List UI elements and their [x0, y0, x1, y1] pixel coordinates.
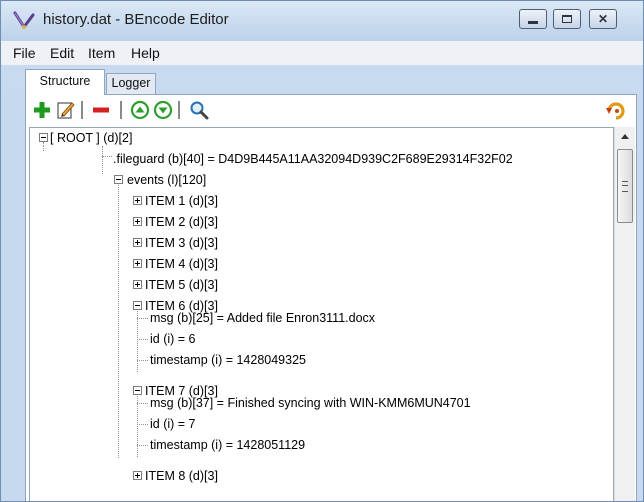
- maximize-button[interactable]: [553, 9, 581, 29]
- tree-connector: [137, 424, 148, 425]
- expand-toggle[interactable]: [133, 196, 142, 205]
- tree-node-msg[interactable]: msg (b)[37] = Finished syncing with WIN-…: [150, 394, 471, 412]
- toolbar: [26, 95, 636, 125]
- expand-toggle[interactable]: [133, 217, 142, 226]
- menu-edit[interactable]: Edit: [50, 45, 74, 61]
- tree-node-item[interactable]: ITEM 2 (d)[3]: [145, 213, 218, 231]
- toolbar-separator: [120, 101, 122, 119]
- tree-connector: [137, 360, 148, 361]
- bencode-app-icon: [13, 11, 35, 29]
- tree-node-events[interactable]: events (l)[120]: [127, 171, 206, 189]
- scroll-up-icon[interactable]: [615, 127, 635, 145]
- collapse-toggle[interactable]: [133, 301, 142, 310]
- title-bar[interactable]: history.dat - BEncode Editor ✕: [1, 1, 643, 41]
- tree-connector: [102, 146, 103, 156]
- tree-connector: [118, 178, 119, 458]
- scroll-grip-icon: [622, 181, 628, 192]
- undo-icon[interactable]: [606, 100, 626, 120]
- tree-connector: [102, 156, 112, 157]
- add-icon[interactable]: [32, 100, 52, 120]
- menu-file[interactable]: File: [13, 45, 36, 61]
- tab-structure[interactable]: Structure: [25, 69, 105, 95]
- app-window: history.dat - BEncode Editor ✕ File Edit…: [0, 0, 644, 502]
- minimize-icon: [528, 21, 538, 24]
- tree-connector: [137, 389, 138, 457]
- tree-node-item[interactable]: ITEM 1 (d)[3]: [145, 192, 218, 210]
- menu-help[interactable]: Help: [131, 45, 160, 61]
- tree-connector: [102, 156, 103, 174]
- tree-node-timestamp[interactable]: timestamp (i) = 1428051129: [150, 436, 305, 454]
- maximize-icon: [562, 15, 572, 23]
- structure-panel: [ ROOT ] (d)[2] .fileguard (b)[40] = D4D…: [25, 94, 637, 501]
- tab-logger[interactable]: Logger: [106, 73, 156, 94]
- minimize-button[interactable]: [519, 9, 547, 29]
- toolbar-separator: [81, 101, 83, 119]
- expand-toggle[interactable]: [133, 259, 142, 268]
- move-up-icon[interactable]: [130, 100, 150, 120]
- tree-connector: [137, 304, 138, 372]
- tree-node-id[interactable]: id (i) = 6: [150, 330, 196, 348]
- close-icon: ✕: [597, 12, 609, 26]
- menu-bar: File Edit Item Help: [1, 41, 643, 65]
- remove-icon[interactable]: [91, 100, 111, 120]
- collapse-toggle[interactable]: [39, 133, 48, 142]
- window-title: history.dat - BEncode Editor: [43, 11, 229, 28]
- tree-node-item[interactable]: ITEM 3 (d)[3]: [145, 234, 218, 252]
- move-down-icon[interactable]: [153, 100, 173, 120]
- edit-icon[interactable]: [56, 100, 76, 120]
- find-icon[interactable]: [189, 100, 209, 120]
- tree-connector: [137, 318, 148, 319]
- tree-node-item[interactable]: ITEM 5 (d)[3]: [145, 276, 218, 294]
- tree-connector: [43, 146, 44, 151]
- tree-connector: [137, 339, 148, 340]
- expand-toggle[interactable]: [133, 280, 142, 289]
- structure-tree[interactable]: [ ROOT ] (d)[2] .fileguard (b)[40] = D4D…: [29, 127, 614, 501]
- collapse-toggle[interactable]: [114, 175, 123, 184]
- expand-toggle[interactable]: [133, 238, 142, 247]
- toolbar-separator: [178, 101, 180, 119]
- collapse-toggle[interactable]: [133, 386, 142, 395]
- menu-item[interactable]: Item: [88, 45, 115, 61]
- vertical-scrollbar[interactable]: [614, 127, 635, 501]
- expand-toggle[interactable]: [133, 471, 142, 480]
- tree-connector: [137, 403, 148, 404]
- tree-node-id[interactable]: id (i) = 7: [150, 415, 196, 433]
- tree-node-msg[interactable]: msg (b)[25] = Added file Enron3111.docx: [150, 309, 375, 327]
- tree-node-fileguard[interactable]: .fileguard (b)[40] = D4D9B445A11AA32094D…: [113, 150, 513, 168]
- close-button[interactable]: ✕: [589, 9, 617, 29]
- scroll-thumb[interactable]: [617, 149, 633, 223]
- tree-node-item[interactable]: ITEM 8 (d)[3]: [145, 467, 218, 485]
- tab-strip: Structure Logger: [1, 65, 643, 95]
- tree-connector: [137, 445, 148, 446]
- tree-node-item[interactable]: ITEM 4 (d)[3]: [145, 255, 218, 273]
- tree-node-root[interactable]: [ ROOT ] (d)[2]: [50, 129, 132, 147]
- tree-node-timestamp[interactable]: timestamp (i) = 1428049325: [150, 351, 306, 369]
